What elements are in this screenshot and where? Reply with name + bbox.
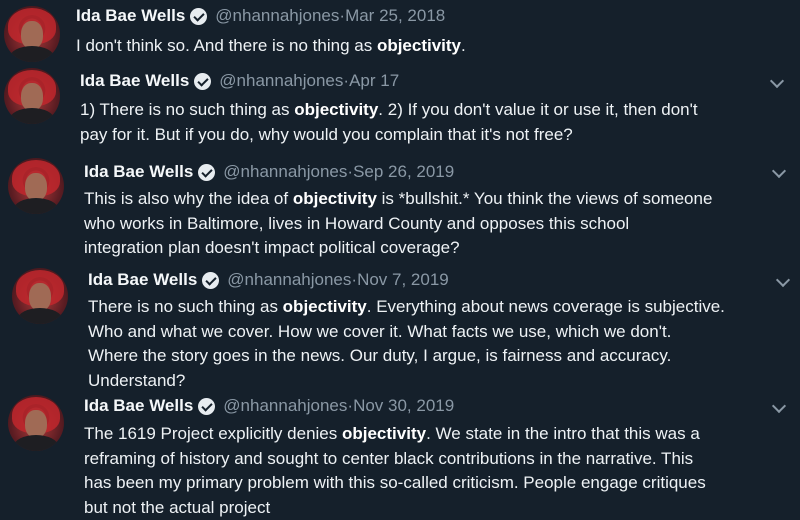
tweet-date[interactable]: Sep 26, 2019 (353, 162, 454, 182)
tweet-header: Ida Bae Wells @nhannahjones · Nov 30, 20… (84, 396, 454, 416)
avatar[interactable] (4, 6, 60, 62)
author-handle[interactable]: @nhannahjones (227, 270, 351, 290)
author-name[interactable]: Ida Bae Wells (76, 6, 185, 26)
tweet-date[interactable]: Nov 7, 2019 (357, 270, 449, 290)
chevron-down-icon[interactable] (771, 163, 787, 179)
chevron-down-icon[interactable] (775, 272, 791, 288)
author-handle[interactable]: @nhannahjones (223, 396, 347, 416)
verified-badge-icon (190, 7, 208, 25)
text-segment: I don't think so. And there is no thing … (76, 36, 377, 55)
tweet-text: This is also why the idea of objectivity… (84, 187, 796, 261)
tweet-text: There is no such thing as objectivity. E… (88, 295, 798, 393)
keyword-highlight: objectivity (341, 424, 427, 443)
avatar[interactable] (12, 268, 68, 324)
tweet-header: Ida Bae Wells @nhannahjones · Sep 26, 20… (84, 162, 454, 182)
avatar[interactable] (8, 395, 64, 451)
verified-badge-icon (198, 163, 216, 181)
tweet-text: I don't think so. And there is no thing … (76, 34, 791, 59)
keyword-highlight: objectivity (376, 36, 462, 55)
author-handle[interactable]: @nhannahjones (219, 71, 343, 91)
author-handle[interactable]: @nhannahjones (215, 6, 339, 26)
chevron-down-icon[interactable] (771, 398, 787, 414)
avatar[interactable] (4, 68, 60, 124)
author-handle[interactable]: @nhannahjones (223, 162, 347, 182)
tweet-text: 1) There is no such thing as objectivity… (80, 98, 792, 147)
tweet-header: Ida Bae Wells @nhannahjones · Apr 17 (80, 71, 399, 91)
text-segment: 1) There is no such thing as (80, 100, 295, 119)
author-name[interactable]: Ida Bae Wells (88, 270, 197, 290)
text-segment: . (461, 36, 466, 55)
keyword-highlight: objectivity (282, 297, 367, 316)
verified-badge-icon (198, 397, 216, 415)
verified-badge-icon (202, 271, 220, 289)
author-name[interactable]: Ida Bae Wells (80, 71, 189, 91)
text-segment: The 1619 Project explicitly denies (84, 424, 342, 443)
author-name[interactable]: Ida Bae Wells (84, 396, 193, 416)
tweet-header: Ida Bae Wells @nhannahjones · Nov 7, 201… (88, 270, 449, 290)
chevron-down-icon[interactable] (769, 73, 785, 89)
tweet-date[interactable]: Apr 17 (349, 71, 399, 91)
text-segment: This is also why the idea of (84, 189, 293, 208)
author-name[interactable]: Ida Bae Wells (84, 162, 193, 182)
tweet-date[interactable]: Mar 25, 2018 (345, 6, 445, 26)
text-segment: There is no such thing as (88, 297, 283, 316)
keyword-highlight: objectivity (294, 100, 379, 119)
tweet-text: The 1619 Project explicitly denies objec… (84, 422, 798, 520)
keyword-highlight: objectivity (292, 189, 377, 208)
tweet-header: Ida Bae Wells @nhannahjones · Mar 25, 20… (76, 6, 445, 26)
avatar[interactable] (8, 158, 64, 214)
tweet-date[interactable]: Nov 30, 2019 (353, 396, 454, 416)
verified-badge-icon (194, 72, 212, 90)
